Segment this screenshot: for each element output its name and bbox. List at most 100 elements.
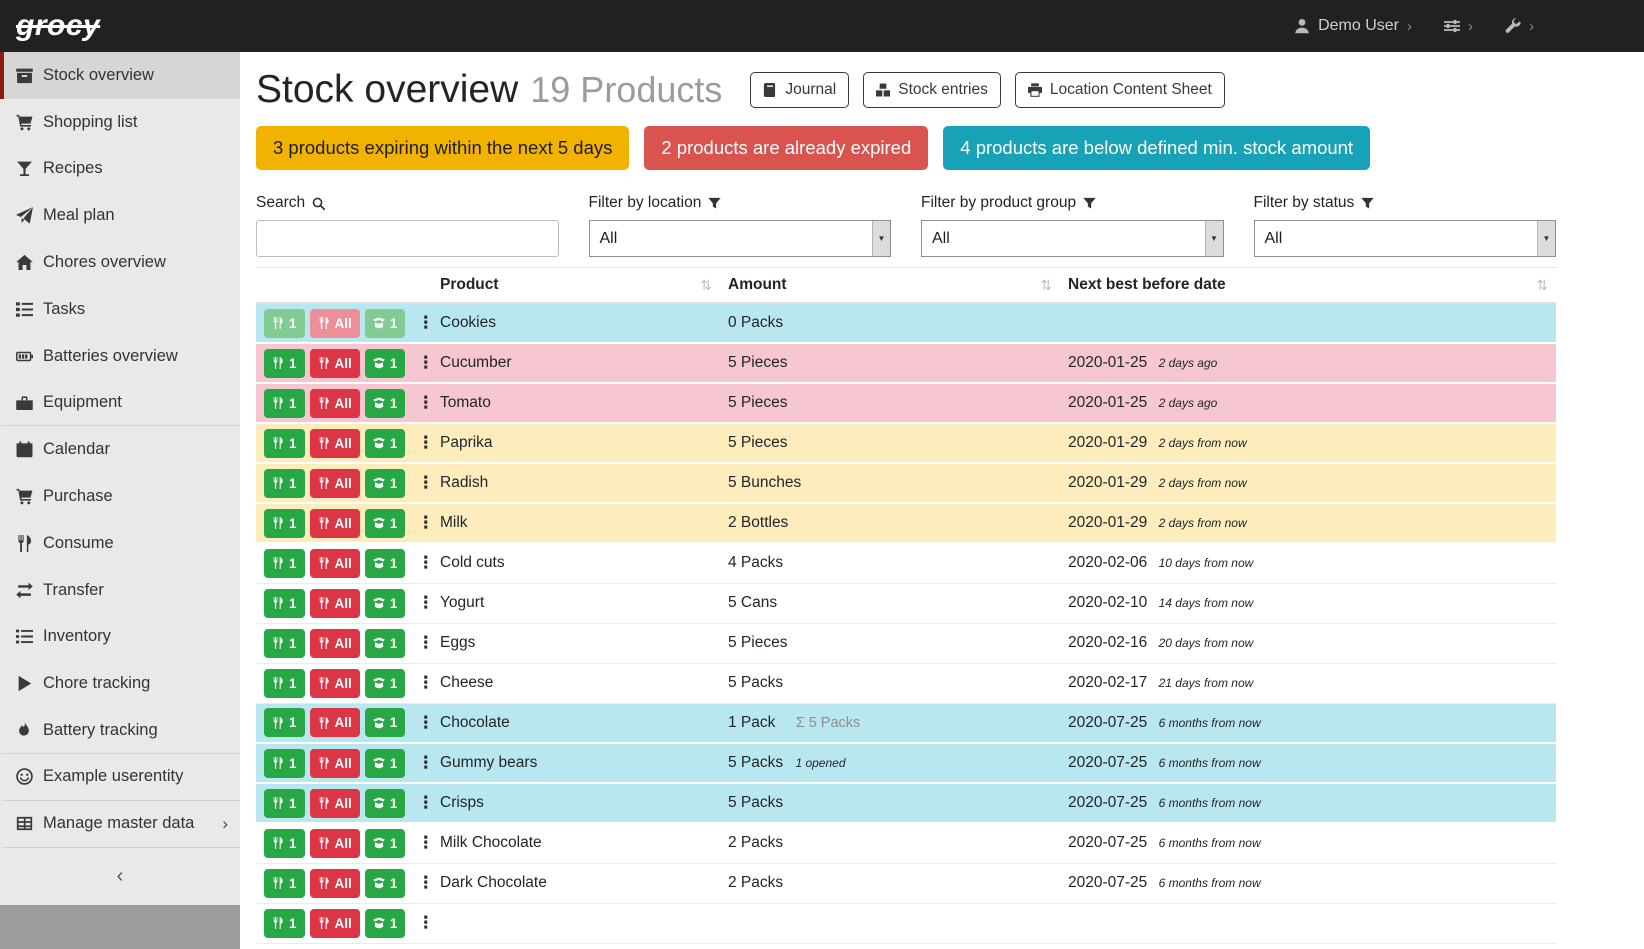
product-column-header[interactable]: Product ⇅ — [432, 268, 720, 304]
open-one-button[interactable]: 1 — [365, 869, 406, 898]
search-input[interactable] — [256, 220, 559, 257]
consume-all-button[interactable]: All — [310, 389, 360, 418]
amount-column-header[interactable]: Amount ⇅ — [720, 268, 1060, 304]
consume-one-button[interactable]: 1 — [264, 389, 305, 418]
consume-all-button[interactable]: All — [310, 749, 360, 778]
consume-all-button[interactable]: All — [310, 909, 360, 938]
consume-all-button[interactable]: All — [310, 469, 360, 498]
consume-one-button[interactable]: 1 — [264, 549, 305, 578]
row-menu-button[interactable]: ⋮ — [412, 913, 439, 933]
header-button-journal[interactable]: Journal — [750, 72, 849, 108]
consume-one-button[interactable]: 1 — [264, 669, 305, 698]
row-menu-button[interactable]: ⋮ — [412, 553, 439, 573]
consume-one-button[interactable]: 1 — [264, 869, 305, 898]
sidebar-collapse-button[interactable]: ‹ — [0, 848, 240, 905]
alert-badge-warning[interactable]: 3 products expiring within the next 5 da… — [256, 126, 629, 170]
sort-icon[interactable]: ⇅ — [1536, 277, 1548, 294]
open-one-button[interactable]: 1 — [365, 549, 406, 578]
consume-one-button[interactable]: 1 — [264, 309, 305, 338]
user-menu[interactable]: Demo User › — [1294, 17, 1412, 35]
consume-one-button[interactable]: 1 — [264, 829, 305, 858]
sidebar-item-chores-overview[interactable]: Chores overview — [0, 239, 240, 286]
consume-all-button[interactable]: All — [310, 789, 360, 818]
consume-all-button[interactable]: All — [310, 669, 360, 698]
open-one-button[interactable]: 1 — [365, 389, 406, 418]
sidebar-item-inventory[interactable]: Inventory — [0, 614, 240, 661]
sidebar-item-calendar[interactable]: Calendar — [0, 426, 240, 473]
sidebar-item-shopping-list[interactable]: Shopping list — [0, 99, 240, 146]
row-menu-button[interactable]: ⋮ — [412, 593, 439, 613]
location-select[interactable]: All ▼ — [589, 220, 892, 257]
sidebar-item-transfer[interactable]: Transfer — [0, 567, 240, 614]
sidebar-item-manage-master-data[interactable]: Manage master data › — [0, 801, 240, 848]
admin-menu[interactable]: › — [1505, 18, 1534, 35]
consume-one-button[interactable]: 1 — [264, 789, 305, 818]
row-menu-button[interactable]: ⋮ — [412, 313, 439, 333]
row-menu-button[interactable]: ⋮ — [412, 833, 439, 853]
open-one-button[interactable]: 1 — [365, 469, 406, 498]
sidebar-item-example-userentity[interactable]: Example userentity — [0, 754, 240, 801]
consume-one-button[interactable]: 1 — [264, 749, 305, 778]
consume-all-button[interactable]: All — [310, 549, 360, 578]
consume-all-button[interactable]: All — [310, 429, 360, 458]
sidebar-item-meal-plan[interactable]: Meal plan — [0, 192, 240, 239]
open-one-button[interactable]: 1 — [365, 349, 406, 378]
consume-one-button[interactable]: 1 — [264, 909, 305, 938]
sidebar-item-batteries-overview[interactable]: Batteries overview — [0, 333, 240, 380]
alert-badge-danger[interactable]: 2 products are already expired — [644, 126, 928, 170]
row-menu-button[interactable]: ⋮ — [412, 633, 439, 653]
status-select[interactable]: All ▼ — [1254, 220, 1557, 257]
row-menu-button[interactable]: ⋮ — [412, 473, 439, 493]
open-one-button[interactable]: 1 — [365, 509, 406, 538]
row-menu-button[interactable]: ⋮ — [412, 793, 439, 813]
consume-one-button[interactable]: 1 — [264, 469, 305, 498]
consume-all-button[interactable]: All — [310, 309, 360, 338]
sidebar-item-recipes[interactable]: Recipes — [0, 146, 240, 193]
consume-one-button[interactable]: 1 — [264, 589, 305, 618]
open-one-button[interactable]: 1 — [365, 429, 406, 458]
row-menu-button[interactable]: ⋮ — [412, 713, 439, 733]
header-button-stock-entries[interactable]: Stock entries — [863, 72, 1001, 108]
sort-icon[interactable]: ⇅ — [700, 277, 712, 294]
consume-one-button[interactable]: 1 — [264, 629, 305, 658]
open-one-button[interactable]: 1 — [365, 789, 406, 818]
row-menu-button[interactable]: ⋮ — [412, 673, 439, 693]
date-column-header[interactable]: Next best before date ⇅ — [1060, 268, 1556, 304]
settings-menu[interactable]: › — [1444, 18, 1473, 35]
sidebar-item-battery-tracking[interactable]: Battery tracking — [0, 707, 240, 754]
open-one-button[interactable]: 1 — [365, 909, 406, 938]
consume-all-button[interactable]: All — [310, 509, 360, 538]
open-one-button[interactable]: 1 — [365, 629, 406, 658]
consume-one-button[interactable]: 1 — [264, 429, 305, 458]
consume-one-button[interactable]: 1 — [264, 509, 305, 538]
open-one-button[interactable]: 1 — [365, 829, 406, 858]
open-one-button[interactable]: 1 — [365, 309, 406, 338]
header-button-location-content-sheet[interactable]: Location Content Sheet — [1015, 72, 1225, 108]
row-menu-button[interactable]: ⋮ — [412, 433, 439, 453]
open-one-button[interactable]: 1 — [365, 589, 406, 618]
row-menu-button[interactable]: ⋮ — [412, 393, 439, 413]
app-logo[interactable]: grocy — [16, 9, 100, 43]
consume-one-button[interactable]: 1 — [264, 708, 305, 737]
row-menu-button[interactable]: ⋮ — [412, 753, 439, 773]
consume-all-button[interactable]: All — [310, 829, 360, 858]
alert-badge-info[interactable]: 4 products are below defined min. stock … — [943, 126, 1370, 170]
sort-icon[interactable]: ⇅ — [1040, 277, 1052, 294]
sidebar-item-chore-tracking[interactable]: Chore tracking — [0, 660, 240, 707]
consume-all-button[interactable]: All — [310, 869, 360, 898]
sidebar-item-consume[interactable]: Consume — [0, 520, 240, 567]
open-one-button[interactable]: 1 — [365, 749, 406, 778]
consume-all-button[interactable]: All — [310, 589, 360, 618]
open-one-button[interactable]: 1 — [365, 708, 406, 737]
consume-all-button[interactable]: All — [310, 349, 360, 378]
open-one-button[interactable]: 1 — [365, 669, 406, 698]
sidebar-item-stock-overview[interactable]: Stock overview — [0, 52, 240, 99]
consume-all-button[interactable]: All — [310, 708, 360, 737]
row-menu-button[interactable]: ⋮ — [412, 353, 439, 373]
consume-one-button[interactable]: 1 — [264, 349, 305, 378]
sidebar-item-tasks[interactable]: Tasks — [0, 286, 240, 333]
sidebar-item-equipment[interactable]: Equipment — [0, 380, 240, 427]
row-menu-button[interactable]: ⋮ — [412, 513, 439, 533]
consume-all-button[interactable]: All — [310, 629, 360, 658]
sidebar-item-purchase[interactable]: Purchase — [0, 473, 240, 520]
